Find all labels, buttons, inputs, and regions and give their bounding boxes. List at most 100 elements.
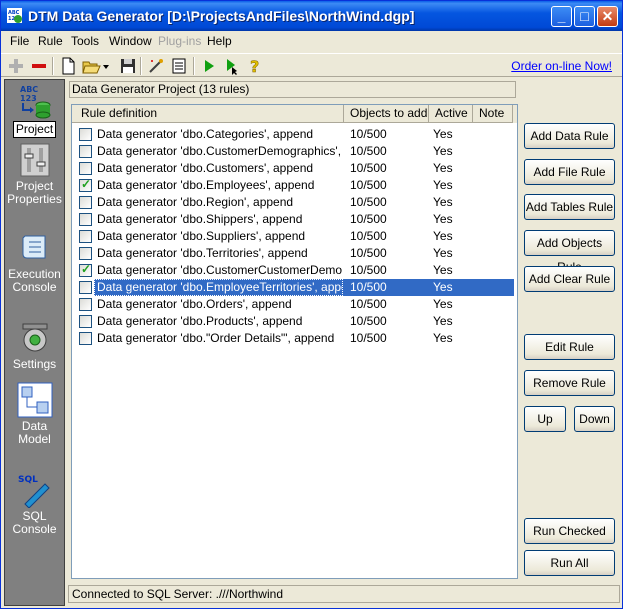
objects-cell: 10/500 (350, 195, 387, 209)
close-button[interactable]: ✕ (597, 6, 618, 27)
sidebar-item-settings[interactable]: Settings (5, 320, 64, 371)
row-checkbox[interactable] (79, 247, 92, 260)
rule-definition-cell: Data generator 'dbo.CustomerDemographics… (97, 144, 342, 158)
row-checkbox[interactable] (79, 332, 92, 345)
minimize-button[interactable]: _ (551, 6, 572, 27)
sidebar-item-sql-console[interactable]: SQL SQL Console (5, 472, 64, 536)
menu-window[interactable]: Window (109, 34, 152, 48)
table-row[interactable]: Data generator 'dbo.Territories', append… (72, 245, 517, 262)
run-step-icon[interactable] (222, 56, 242, 76)
open-icon[interactable] (81, 56, 101, 76)
objects-cell: 10/500 (350, 314, 387, 328)
new-icon[interactable] (58, 56, 78, 76)
row-checkbox[interactable] (79, 281, 92, 294)
scroll-icon (22, 235, 45, 259)
table-row[interactable]: Data generator 'dbo.Categories', append 1… (72, 126, 517, 143)
remove-rule-button[interactable]: Remove Rule (524, 370, 615, 396)
help-icon[interactable]: ? (245, 56, 265, 76)
order-online-link[interactable]: Order on-line Now! (511, 59, 612, 73)
table-row[interactable]: Data generator 'dbo.Employees', append 10… (72, 177, 517, 194)
menu-help[interactable]: Help (207, 34, 232, 48)
run-all-button[interactable]: Run All (524, 550, 615, 576)
column-active[interactable]: Active (429, 105, 473, 123)
rule-definition-cell: Data generator 'dbo.Employees', append (97, 178, 315, 192)
row-checkbox[interactable] (79, 177, 92, 192)
row-checkbox[interactable] (79, 128, 92, 141)
add-clear-rule-button[interactable]: Add Clear Rule (524, 266, 615, 292)
title-bar[interactable]: ABC 123 DTM Data Generator [D:\ProjectsA… (1, 1, 622, 31)
data-model-icon (17, 382, 52, 418)
row-checkbox[interactable] (79, 262, 92, 277)
active-cell: Yes (433, 195, 453, 209)
rules-list[interactable]: Rule definition Objects to add Active No… (71, 104, 518, 579)
active-cell: Yes (433, 331, 453, 345)
row-checkbox[interactable] (79, 213, 92, 226)
row-checkbox[interactable] (79, 315, 92, 328)
sidebar-item-label: SQL Console (12, 509, 57, 536)
table-row[interactable]: Data generator 'dbo.Orders', append 10/50… (72, 296, 517, 313)
table-row[interactable]: Data generator 'dbo.Suppliers', append 10… (72, 228, 517, 245)
objects-cell: 10/500 (350, 280, 387, 294)
run-icon[interactable] (199, 56, 219, 76)
wand-icon[interactable] (146, 56, 166, 76)
svg-text:?: ? (250, 57, 259, 76)
sidebar-item-project[interactable]: ABC 123 Project (5, 83, 64, 138)
column-objects-to-add[interactable]: Objects to add (344, 105, 429, 123)
active-cell: Yes (433, 161, 453, 175)
maximize-button[interactable]: □ (574, 6, 595, 27)
project-icon: ABC 123 (20, 85, 50, 119)
list-icon[interactable] (169, 56, 189, 76)
row-checkbox[interactable] (79, 196, 92, 209)
active-cell: Yes (433, 246, 453, 260)
add-tables-rule-button[interactable]: Add Tables Rule (524, 194, 615, 220)
rule-definition-cell: Data generator 'dbo.Products', append (97, 314, 303, 328)
menu-tools[interactable]: Tools (71, 34, 99, 48)
table-row[interactable]: Data generator 'dbo.Products', append 10/… (72, 313, 517, 330)
table-row[interactable]: Data generator 'dbo."Order Details"', ap… (72, 330, 517, 347)
objects-cell: 10/500 (350, 161, 387, 175)
menu-rule[interactable]: Rule (38, 34, 63, 48)
run-checked-button[interactable]: Run Checked (524, 518, 615, 544)
table-row[interactable]: Data generator 'dbo.Customers', append 10… (72, 160, 517, 177)
sidebar-item-project-properties[interactable]: Project Properties (5, 142, 64, 206)
active-cell: Yes (433, 178, 453, 192)
add-file-rule-button[interactable]: Add File Rule (524, 159, 615, 185)
row-checkbox[interactable] (79, 145, 92, 158)
sidebar-item-execution-console[interactable]: Execution Console (5, 230, 64, 294)
sidebar-item-label: Execution Console (8, 267, 61, 294)
table-row[interactable]: Data generator 'dbo.CustomerCustomerDemo… (72, 262, 517, 279)
active-cell: Yes (433, 297, 453, 311)
table-row[interactable]: Data generator 'dbo.CustomerDemographics… (72, 143, 517, 160)
table-row[interactable]: Data generator 'dbo.Shippers', append 10/… (72, 211, 517, 228)
column-rule-definition[interactable]: Rule definition (72, 105, 344, 123)
gear-icon (22, 323, 47, 352)
row-checkbox[interactable] (79, 230, 92, 243)
chevron-down-icon[interactable] (101, 56, 111, 76)
rule-definition-cell: Data generator 'dbo.EmployeeTerritories'… (97, 280, 342, 294)
add-objects-rule-button[interactable]: Add Objects Rule (524, 230, 615, 274)
up-button[interactable]: Up (524, 406, 566, 432)
objects-cell: 10/500 (350, 212, 387, 226)
row-checkbox[interactable] (79, 162, 92, 175)
edit-rule-button[interactable]: Edit Rule (524, 334, 615, 360)
toolbar-separator (140, 57, 142, 75)
objects-cell: 10/500 (350, 144, 387, 158)
add-icon[interactable] (6, 56, 26, 76)
menu-plugins[interactable]: Plug-ins (158, 34, 201, 48)
rule-definition-cell: Data generator 'dbo.Customers', append (97, 161, 314, 175)
column-note[interactable]: Note (473, 105, 513, 123)
menu-file[interactable]: File (10, 34, 29, 48)
remove-icon[interactable] (29, 56, 49, 76)
active-cell: Yes (433, 229, 453, 243)
table-row[interactable]: Data generator 'dbo.EmployeeTerritories'… (72, 279, 517, 296)
properties-icon (20, 143, 49, 177)
add-data-rule-button[interactable]: Add Data Rule (524, 123, 615, 149)
save-icon[interactable] (118, 56, 138, 76)
table-row[interactable]: Data generator 'dbo.Region', append 10/50… (72, 194, 517, 211)
active-cell: Yes (433, 280, 453, 294)
down-button[interactable]: Down (574, 406, 615, 432)
rule-definition-cell: Data generator 'dbo."Order Details"', ap… (97, 331, 335, 345)
sidebar-item-data-model[interactable]: Data Model (5, 382, 64, 446)
row-checkbox[interactable] (79, 298, 92, 311)
list-header: Rule definition Objects to add Active No… (72, 105, 517, 123)
